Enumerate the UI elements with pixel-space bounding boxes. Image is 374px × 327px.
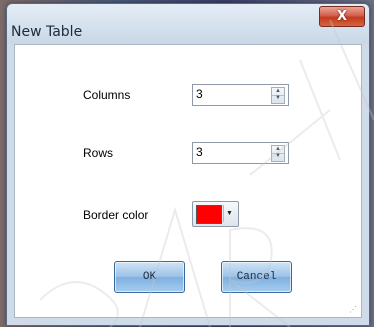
rows-value[interactable]: 3 [196, 145, 203, 159]
close-icon: X [336, 9, 348, 24]
new-table-dialog: New Table X Columns 3 ▲ ▼ Rows 3 ▲ ▼ Bor… [6, 3, 370, 326]
border-color-label: Border color [83, 208, 149, 222]
rows-decrement-icon[interactable]: ▼ [272, 153, 284, 160]
dialog-title: New Table [11, 24, 83, 40]
columns-spinbox[interactable]: 3 ▲ ▼ [192, 84, 289, 106]
columns-decrement-icon[interactable]: ▼ [272, 95, 284, 102]
columns-label: Columns [83, 88, 131, 102]
chevron-down-icon[interactable]: ▼ [223, 205, 235, 222]
columns-value[interactable]: 3 [196, 87, 203, 101]
title-bar[interactable]: New Table X [7, 4, 369, 44]
resize-grip-icon[interactable]: ⋰ [349, 305, 359, 315]
border-color-swatch[interactable] [196, 205, 222, 224]
ok-button[interactable]: OK [114, 261, 185, 293]
rows-label: Rows [83, 146, 114, 160]
border-color-picker[interactable]: ▼ [192, 201, 239, 227]
dialog-body: Columns 3 ▲ ▼ Rows 3 ▲ ▼ Border color ▼ … [14, 44, 362, 318]
columns-spin-buttons[interactable]: ▲ ▼ [271, 87, 285, 104]
rows-spin-buttons[interactable]: ▲ ▼ [271, 145, 285, 162]
close-button[interactable]: X [319, 6, 365, 27]
rows-spinbox[interactable]: 3 ▲ ▼ [192, 142, 289, 164]
cancel-button[interactable]: Cancel [221, 261, 292, 293]
